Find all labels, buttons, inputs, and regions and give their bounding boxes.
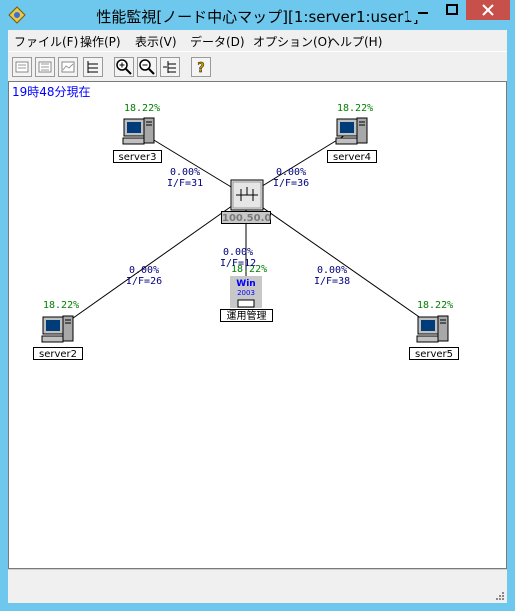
help-button[interactable]: ? [191,57,211,77]
server3-node[interactable] [122,116,156,148]
zoom-in-icon [116,59,132,75]
link-util-server5: 0.00% I/F=38 [314,265,350,287]
tree-collapse-icon [163,61,176,73]
tree-collapse-button[interactable] [160,57,180,77]
menu-help[interactable]: ヘルプ(H) [328,33,382,50]
link-util-value: 0.00% [276,167,307,178]
zoom-out-button[interactable] [137,57,157,77]
server-icon [335,117,368,145]
server-icon [416,315,449,343]
hub-label: 100.50.0 [221,211,272,224]
menu-bar: ファイル(F) 操作(P) 表示(V) データ(D) オプション(O) ヘルプ(… [8,30,507,51]
link-iface: I/F=31 [167,178,204,189]
link-util-server4: 0.00% I/F=36 [273,167,309,189]
maximize-button[interactable] [438,0,466,20]
svg-text:?: ? [197,61,205,76]
map-canvas[interactable]: 19時48分現在 100.50.0 18.22% server3 18.22% … [8,81,507,569]
menu-operation[interactable]: 操作(P) [80,33,121,50]
link-util-server3: 0.00% I/F=31 [167,167,203,189]
server2-label: server2 [33,347,83,360]
link-util-value: 0.00% [223,247,254,258]
mgmt-node[interactable]: Win 2003 [230,276,262,308]
node-util: 18.22% [124,103,161,114]
server-icon [41,315,74,343]
server5-label: server5 [409,347,459,360]
toolbar: ? [8,51,507,81]
list-view-button[interactable] [12,57,32,77]
link-iface: I/F=38 [314,276,351,287]
link-iface: I/F=12 [220,258,257,269]
menu-options[interactable]: オプション(O) [253,33,332,50]
hub-node[interactable] [230,179,264,211]
status-bar [8,569,507,603]
graph-view-icon [61,61,75,73]
timestamp: 19時48分現在 [12,85,91,99]
server3-label: server3 [113,150,162,163]
server4-node[interactable] [335,116,369,148]
detail-view-icon [38,61,52,73]
zoom-out-icon [139,59,155,75]
minimize-icon [418,12,428,14]
link-iface: I/F=36 [273,178,310,189]
window-frame-bottom [0,603,515,611]
close-icon [482,4,494,16]
tree-expand-icon [87,61,98,73]
node-util: 18.22% [43,300,80,311]
minimize-button[interactable] [408,0,438,20]
title-bar[interactable]: 性能監視[ノード中心マップ][1:server1:user1] [0,0,515,30]
menu-view[interactable]: 表示(V) [135,33,177,50]
detail-view-button[interactable] [35,57,55,77]
link-util-value: 0.00% [170,167,201,178]
app-window: 性能監視[ノード中心マップ][1:server1:user1] ファイル(F) … [0,0,515,611]
node-util: 18.22% [417,300,454,311]
help-icon: ? [197,61,205,76]
link-util-value: 0.00% [129,265,160,276]
node-util: 18.22% [337,103,374,114]
os-badge: Win [236,279,256,289]
link-server5 [245,195,436,329]
mgmt-label: 運用管理 [220,309,273,322]
server5-node[interactable] [416,314,450,346]
zoom-in-button[interactable] [114,57,134,77]
tree-expand-button[interactable] [83,57,103,77]
graph-view-button[interactable] [58,57,78,77]
server4-label: server4 [327,150,377,163]
os-badge-year: 2003 [237,289,255,297]
link-util-value: 0.00% [317,265,348,276]
server-icon [122,117,155,145]
link-server2 [58,195,247,329]
maximize-icon [446,4,458,15]
close-button[interactable] [466,0,510,20]
list-view-icon [15,61,29,73]
link-iface: I/F=26 [126,276,163,287]
menu-file[interactable]: ファイル(F) [14,33,78,50]
link-util-server2: 0.00% I/F=26 [126,265,162,287]
resize-grip-icon[interactable] [495,591,505,601]
menu-data[interactable]: データ(D) [190,33,245,50]
router-icon [230,179,264,211]
server2-node[interactable] [41,314,75,346]
link-util-mgmt: 0.00% I/F=12 [220,247,256,269]
